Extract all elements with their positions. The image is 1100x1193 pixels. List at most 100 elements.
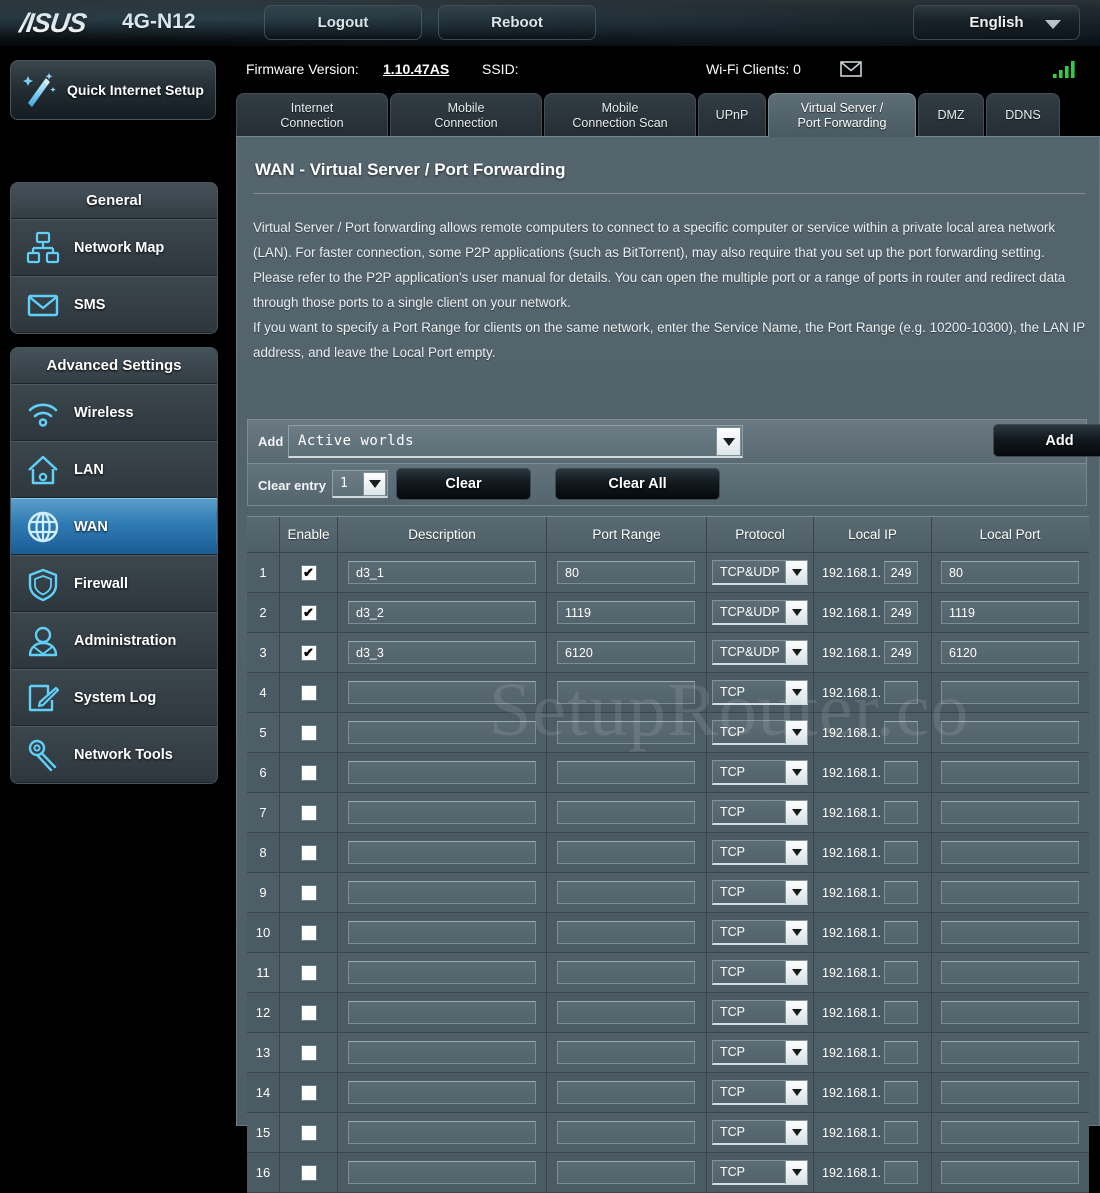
port-range-input[interactable] <box>557 801 695 824</box>
port-range-input[interactable] <box>557 721 695 744</box>
chevron-down-icon[interactable] <box>785 1081 807 1104</box>
enable-checkbox[interactable]: ✔ <box>300 804 317 821</box>
local-port-input[interactable] <box>941 721 1079 744</box>
local-port-input[interactable] <box>941 1041 1079 1064</box>
tab-mobile-connection[interactable]: Mobile Connection <box>390 93 542 137</box>
enable-checkbox[interactable]: ✔ <box>300 684 317 701</box>
chevron-down-icon[interactable] <box>785 921 807 944</box>
local-ip-octet-input[interactable]: 249 <box>884 561 919 584</box>
clear-all-button[interactable]: Clear All <box>555 468 720 500</box>
logout-button[interactable]: Logout <box>264 5 422 40</box>
port-range-input[interactable] <box>557 1041 695 1064</box>
local-ip-octet-input[interactable] <box>884 961 919 984</box>
reboot-button[interactable]: Reboot <box>438 5 596 40</box>
enable-checkbox[interactable]: ✔ <box>300 1004 317 1021</box>
port-range-input[interactable]: 6120 <box>557 641 695 664</box>
firmware-version-value[interactable]: 1.10.47AS <box>383 61 449 77</box>
local-ip-octet-input[interactable] <box>884 681 919 704</box>
local-port-input[interactable] <box>941 841 1079 864</box>
enable-checkbox[interactable]: ✔ <box>300 644 317 661</box>
sidebar-item-network-map[interactable]: Network Map <box>11 219 217 276</box>
port-range-input[interactable] <box>557 1001 695 1024</box>
enable-checkbox[interactable]: ✔ <box>300 604 317 621</box>
protocol-select[interactable]: TCP <box>712 720 808 745</box>
local-ip-octet-input[interactable] <box>884 1121 919 1144</box>
port-range-input[interactable]: 80 <box>557 561 695 584</box>
chevron-down-icon[interactable] <box>785 841 807 864</box>
chevron-down-icon[interactable] <box>785 721 807 744</box>
protocol-select[interactable]: TCP <box>712 960 808 985</box>
sidebar-item-wan[interactable]: WAN <box>11 498 217 555</box>
sidebar-item-administration[interactable]: Administration <box>11 612 217 669</box>
port-range-input[interactable] <box>557 881 695 904</box>
port-range-input[interactable] <box>557 841 695 864</box>
port-range-input[interactable] <box>557 921 695 944</box>
enable-checkbox[interactable]: ✔ <box>300 764 317 781</box>
local-port-input[interactable] <box>941 1001 1079 1024</box>
local-port-input[interactable]: 80 <box>941 561 1079 584</box>
sidebar-item-lan[interactable]: LAN <box>11 441 217 498</box>
description-input[interactable] <box>348 801 536 824</box>
chevron-down-icon[interactable] <box>363 472 386 496</box>
protocol-select[interactable]: TCP&UDP <box>712 560 808 585</box>
description-input[interactable] <box>348 1161 536 1184</box>
enable-checkbox[interactable]: ✔ <box>300 844 317 861</box>
protocol-select[interactable]: TCP <box>712 840 808 865</box>
chevron-down-icon[interactable] <box>785 1041 807 1064</box>
envelope-icon[interactable] <box>840 61 862 77</box>
local-ip-octet-input[interactable]: 249 <box>884 641 919 664</box>
language-selector[interactable]: English <box>913 5 1080 40</box>
description-input[interactable] <box>348 1121 536 1144</box>
sidebar-item-system-log[interactable]: System Log <box>11 669 217 726</box>
description-input[interactable] <box>348 1041 536 1064</box>
local-port-input[interactable] <box>941 921 1079 944</box>
quick-internet-setup-button[interactable]: Quick Internet Setup <box>10 60 216 120</box>
sidebar-item-sms[interactable]: SMS <box>11 276 217 333</box>
local-ip-octet-input[interactable] <box>884 1001 919 1024</box>
chevron-down-icon[interactable] <box>785 761 807 784</box>
description-input[interactable] <box>348 881 536 904</box>
local-port-input[interactable] <box>941 801 1079 824</box>
protocol-select[interactable]: TCP <box>712 760 808 785</box>
local-port-input[interactable] <box>941 881 1079 904</box>
protocol-select[interactable]: TCP <box>712 800 808 825</box>
port-range-input[interactable] <box>557 961 695 984</box>
enable-checkbox[interactable]: ✔ <box>300 884 317 901</box>
local-ip-octet-input[interactable]: 249 <box>884 601 919 624</box>
sidebar-item-network-tools[interactable]: Network Tools <box>11 726 217 783</box>
port-range-input[interactable] <box>557 1161 695 1184</box>
local-ip-octet-input[interactable] <box>884 801 919 824</box>
description-input[interactable] <box>348 921 536 944</box>
chevron-down-icon[interactable] <box>785 881 807 904</box>
chevron-down-icon[interactable] <box>785 961 807 984</box>
local-ip-octet-input[interactable] <box>884 921 919 944</box>
enable-checkbox[interactable]: ✔ <box>300 1164 317 1181</box>
description-input[interactable]: d3_1 <box>348 561 536 584</box>
description-input[interactable] <box>348 1001 536 1024</box>
local-port-input[interactable] <box>941 761 1079 784</box>
clear-button[interactable]: Clear <box>396 468 531 500</box>
protocol-select[interactable]: TCP <box>712 1040 808 1065</box>
description-input[interactable] <box>348 1081 536 1104</box>
add-button[interactable]: Add <box>993 424 1100 457</box>
sidebar-item-wireless[interactable]: Wireless <box>11 384 217 441</box>
enable-checkbox[interactable]: ✔ <box>300 724 317 741</box>
protocol-select[interactable]: TCP <box>712 920 808 945</box>
tab-internet-connection[interactable]: Internet Connection <box>236 93 388 137</box>
chevron-down-icon[interactable] <box>785 1161 807 1184</box>
sidebar-item-firewall[interactable]: Firewall <box>11 555 217 612</box>
tab-upnp[interactable]: UPnP <box>698 93 766 137</box>
local-port-input[interactable] <box>941 681 1079 704</box>
protocol-select[interactable]: TCP <box>712 1000 808 1025</box>
description-input[interactable] <box>348 961 536 984</box>
chevron-down-icon[interactable] <box>785 641 807 664</box>
local-ip-octet-input[interactable] <box>884 761 919 784</box>
local-port-input[interactable] <box>941 1081 1079 1104</box>
description-input[interactable] <box>348 721 536 744</box>
protocol-select[interactable]: TCP <box>712 680 808 705</box>
local-ip-octet-input[interactable] <box>884 721 919 744</box>
chevron-down-icon[interactable] <box>785 561 807 584</box>
protocol-select[interactable]: TCP <box>712 880 808 905</box>
local-ip-octet-input[interactable] <box>884 1161 919 1184</box>
description-input[interactable]: d3_3 <box>348 641 536 664</box>
